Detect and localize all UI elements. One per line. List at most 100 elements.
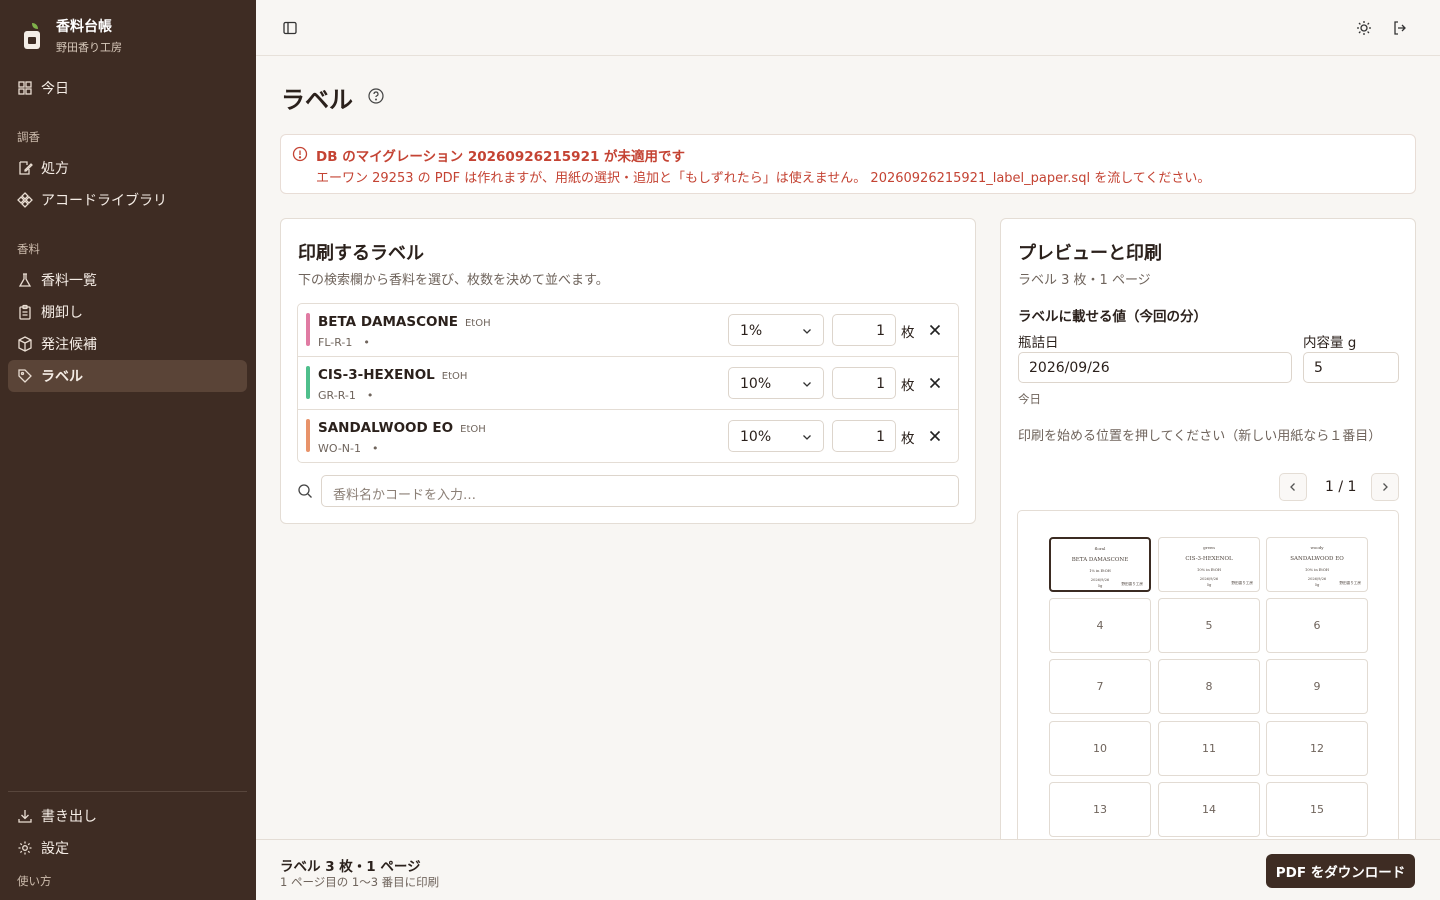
quantity-input[interactable]: 1 <box>832 420 896 452</box>
dilution-select[interactable]: 1% <box>728 314 824 346</box>
download-pdf-button[interactable]: PDF をダウンロード <box>1266 854 1415 888</box>
values-heading: ラベルに載せる値（今回の分） <box>1018 309 1207 325</box>
bottling-date-input[interactable]: 2026/09/26 <box>1018 352 1292 383</box>
solvent: EtOH <box>460 424 486 435</box>
quantity-input[interactable]: 1 <box>832 314 896 346</box>
dilution-select[interactable]: 10% <box>728 367 824 399</box>
brand-title: 香料台帳 <box>56 19 112 35</box>
label-slot-3[interactable]: woody SANDALWOOD EO 10% in EtOH 2026/9/2… <box>1266 537 1368 592</box>
nav-item-today[interactable]: 今日 <box>8 72 247 104</box>
label-sheet-preview: floral BETA DAMASCONE 1% in EtOH 2026/9/… <box>1017 510 1399 850</box>
dashboard-icon <box>17 80 33 96</box>
fragrance-search-input[interactable]: 香料名かコードを入力… <box>321 475 959 507</box>
family-color-bar <box>306 419 310 452</box>
mini-dilution: 10% in EtOH <box>1197 568 1221 572</box>
label-slot[interactable]: 15 <box>1266 782 1368 837</box>
label-slot[interactable]: 4 <box>1049 598 1151 653</box>
label-slot[interactable]: 6 <box>1266 598 1368 653</box>
remove-row-close-icon[interactable] <box>928 375 942 389</box>
label-slot-1[interactable]: floral BETA DAMASCONE 1% in EtOH 2026/9/… <box>1049 537 1151 592</box>
fragrance-code: GR-R-1 • <box>318 389 374 402</box>
fragrance-name: CIS-3-HEXENOL EtOH <box>318 367 468 383</box>
topbar <box>256 0 1440 56</box>
mini-shop: 野田香り工房 <box>1121 582 1143 586</box>
label-slot-2[interactable]: green CIS-3-HEXENOL 10% in EtOH 2026/9/2… <box>1158 537 1260 592</box>
brand-subtitle: 野田香り工房 <box>56 41 122 54</box>
fragrance-code: FL-R-1 • <box>318 336 370 349</box>
alert-title: DB のマイグレーション 20260926215921 が未適用です <box>316 149 686 165</box>
prev-page-button[interactable] <box>1279 473 1307 501</box>
solvent: EtOH <box>464 318 491 329</box>
nav-item-formula[interactable]: 処方 <box>8 152 247 184</box>
remove-row-close-icon[interactable] <box>928 322 942 336</box>
mini-shop: 野田香り工房 <box>1339 581 1361 585</box>
alert-circle-icon <box>292 146 308 162</box>
edit-note-icon <box>17 160 33 176</box>
chevron-left-icon <box>1287 478 1299 497</box>
nav-item-fragrance-list[interactable]: 香料一覧 <box>8 264 247 296</box>
family-color-bar <box>306 366 310 399</box>
clipboard-icon <box>17 304 33 320</box>
fragrance-name: BETA DAMASCONE EtOH <box>318 314 491 330</box>
volume-input[interactable]: 5 <box>1303 352 1399 383</box>
date-label: 瓶詰日 <box>1018 335 1059 351</box>
brand[interactable]: 香料台帳 野田香り工房 <box>18 16 122 55</box>
label-slot[interactable]: 11 <box>1158 721 1260 776</box>
alert-body: エーワン 29253 の PDF は作れますが、用紙の選択・追加と「もしずれたら… <box>316 171 1211 186</box>
nav-section-fragrance: 香料 <box>17 242 40 256</box>
help-circle-icon[interactable] <box>367 87 385 105</box>
print-summary: ラベル 3 枚・1 ページ <box>280 859 421 875</box>
label-slot[interactable]: 7 <box>1049 659 1151 714</box>
labels-card: 印刷するラベル 下の検索欄から香料を選び、枚数を決めて並べます。 BETA DA… <box>280 218 976 524</box>
theme-toggle-sun-icon[interactable] <box>1352 16 1376 40</box>
label-slot[interactable]: 9 <box>1266 659 1368 714</box>
unit-label: 枚 <box>901 325 915 341</box>
nav-item-order[interactable]: 発注候補 <box>8 328 247 360</box>
family-color-bar <box>306 313 310 346</box>
bottle-logo-icon <box>18 21 46 51</box>
tag-icon <box>17 368 33 384</box>
mini-name: BETA DAMASCONE <box>1071 557 1129 563</box>
chevron-down-icon <box>801 431 813 443</box>
label-slot[interactable]: 10 <box>1049 721 1151 776</box>
logout-icon[interactable] <box>1388 16 1412 40</box>
nav-item-accord[interactable]: アコードライブラリ <box>8 184 247 216</box>
dilution-select[interactable]: 10% <box>728 420 824 452</box>
nav-section-blend: 調香 <box>17 130 40 144</box>
preview-card-sub: ラベル 3 枚・1 ページ <box>1018 273 1151 288</box>
nav-item-settings[interactable]: 設定 <box>8 832 247 864</box>
label-slot[interactable]: 5 <box>1158 598 1260 653</box>
next-page-button[interactable] <box>1371 473 1399 501</box>
nav-item-howto[interactable]: 使い方 <box>17 873 52 889</box>
quantity-input[interactable]: 1 <box>832 367 896 399</box>
nav-label: 設定 <box>41 841 69 857</box>
chevron-down-icon <box>801 325 813 337</box>
unit-label: 枚 <box>901 378 915 394</box>
label-slot[interactable]: 14 <box>1158 782 1260 837</box>
label-row: BETA DAMASCONE EtOH FL-R-1 • 1% 1 枚 <box>298 304 958 357</box>
package-icon <box>17 336 33 352</box>
nav-item-export[interactable]: 書き出し <box>8 800 247 832</box>
fragrance-code: WO-N-1 • <box>318 442 379 455</box>
mini-name: SANDALWOOD EO <box>1290 556 1344 562</box>
fragrance-name: SANDALWOOD EO EtOH <box>318 420 486 436</box>
start-position-hint: 印刷を始める位置を押してください（新しい用紙なら１番目） <box>1018 429 1382 444</box>
label-slot[interactable]: 8 <box>1158 659 1260 714</box>
nav-item-label[interactable]: ラベル <box>8 360 247 392</box>
unit-label: 枚 <box>901 431 915 447</box>
label-slot[interactable]: 13 <box>1049 782 1151 837</box>
mini-family: woody <box>1310 545 1324 550</box>
labels-card-desc: 下の検索欄から香料を選び、枚数を決めて並べます。 <box>298 273 609 288</box>
preview-card: プレビューと印刷 ラベル 3 枚・1 ページ ラベルに載せる値（今回の分） 瓶詰… <box>1000 218 1416 858</box>
sidebar-divider <box>8 791 247 792</box>
nav-item-stocktake[interactable]: 棚卸し <box>8 296 247 328</box>
sidebar-toggle-icon[interactable] <box>278 16 302 40</box>
label-slot[interactable]: 12 <box>1266 721 1368 776</box>
nav-label: 処方 <box>41 161 69 177</box>
nav-label: アコードライブラリ <box>41 193 167 209</box>
mini-shop: 野田香り工房 <box>1231 581 1253 585</box>
mini-name: CIS-3-HEXENOL <box>1185 556 1233 562</box>
remove-row-close-icon[interactable] <box>928 428 942 442</box>
date-hint: 今日 <box>1018 392 1041 406</box>
preview-card-title: プレビューと印刷 <box>1018 243 1162 264</box>
